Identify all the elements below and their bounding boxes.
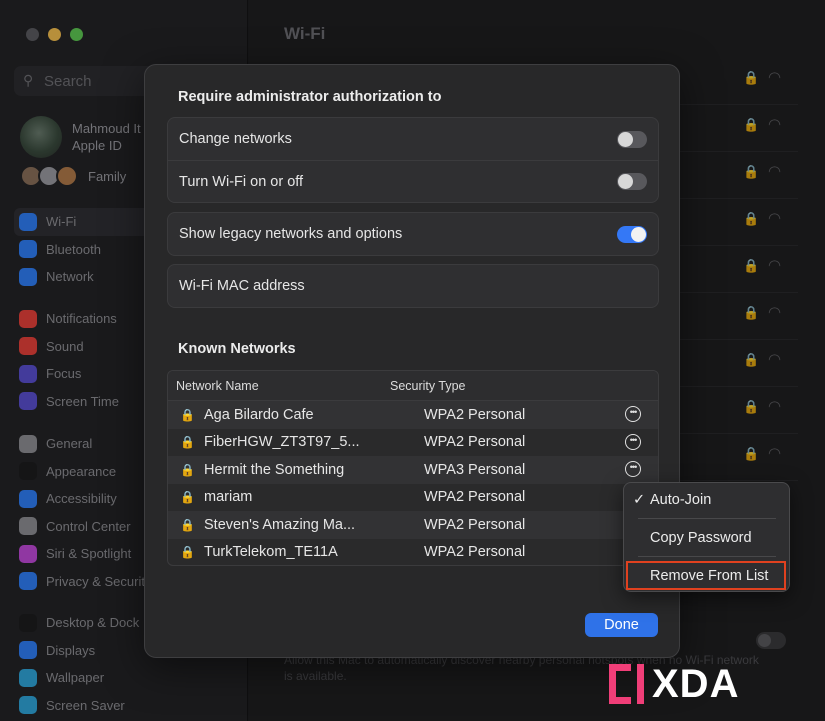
table-header: Network Name Security Type bbox=[168, 371, 658, 401]
security-type: WPA3 Personal bbox=[424, 461, 526, 478]
security-type: WPA2 Personal bbox=[424, 489, 526, 506]
network-name: Hermit the Something bbox=[204, 461, 345, 478]
change-networks-row: Change networks bbox=[168, 118, 658, 160]
legacy-networks-toggle[interactable] bbox=[617, 225, 647, 243]
change-networks-toggle[interactable] bbox=[617, 130, 647, 148]
network-name: Steven's Amazing Ma... bbox=[204, 516, 356, 533]
network-name: TurkTelekom_TE11A bbox=[204, 544, 338, 561]
option-label: Turn Wi-Fi on or off bbox=[179, 173, 304, 190]
more-options-icon[interactable]: ••• bbox=[625, 461, 641, 477]
legacy-networks-row: Show legacy networks and options bbox=[168, 213, 658, 255]
lock-icon: 🔒 bbox=[180, 545, 195, 560]
wifi-power-row: Turn Wi-Fi on or off bbox=[168, 160, 658, 202]
xda-logo: XDA bbox=[604, 658, 804, 714]
menu-separator bbox=[638, 556, 776, 557]
table-row[interactable]: 🔒 Hermit the Something WPA3 Personal ••• bbox=[168, 456, 658, 484]
legacy-group: Show legacy networks and options bbox=[167, 212, 659, 256]
table-row[interactable]: 🔒 FiberHGW_ZT3T97_5... WPA2 Personal ••• bbox=[168, 429, 658, 457]
known-networks-table: Network Name Security Type 🔒 Aga Bilardo … bbox=[167, 370, 659, 566]
option-label: Show legacy networks and options bbox=[179, 226, 403, 242]
network-context-menu: ✓ Auto-Join Copy Password Remove From Li… bbox=[623, 482, 790, 592]
auth-section-title: Require administrator authorization to bbox=[178, 89, 442, 105]
menu-item-copy-password[interactable]: Copy Password bbox=[624, 524, 789, 552]
network-name: FiberHGW_ZT3T97_5... bbox=[204, 434, 360, 451]
table-row[interactable]: 🔒 Steven's Amazing Ma... WPA2 Personal bbox=[168, 511, 658, 539]
lock-icon: 🔒 bbox=[180, 435, 195, 450]
security-type: WPA2 Personal bbox=[424, 544, 526, 561]
logo-text: XDA bbox=[652, 662, 740, 706]
mac-address-label: Wi-Fi MAC address bbox=[179, 278, 305, 294]
lock-icon: 🔒 bbox=[180, 407, 195, 422]
more-options-icon[interactable]: ••• bbox=[625, 433, 641, 450]
lock-icon: 🔒 bbox=[180, 462, 195, 477]
system-settings-window: ⚲ Search Mahmoud It Apple ID Family Wi-F… bbox=[0, 0, 825, 721]
table-row[interactable]: 🔒 TurkTelekom_TE11A WPA2 Personal bbox=[168, 539, 658, 566]
lock-icon: 🔒 bbox=[180, 517, 195, 532]
column-header-security[interactable]: Security Type bbox=[390, 379, 466, 393]
mac-address-row[interactable]: Wi-Fi MAC address bbox=[168, 265, 658, 307]
logo-bracket-icon bbox=[609, 664, 631, 704]
menu-separator bbox=[638, 518, 776, 519]
security-type: WPA2 Personal bbox=[424, 406, 526, 423]
option-label: Change networks bbox=[179, 131, 292, 147]
mac-address-group: Wi-Fi MAC address bbox=[167, 264, 659, 308]
table-row[interactable]: 🔒 mariam WPA2 Personal bbox=[168, 484, 658, 512]
logo-bar-icon bbox=[637, 664, 644, 704]
known-networks-title: Known Networks bbox=[178, 341, 296, 357]
table-row[interactable]: 🔒 Aga Bilardo Cafe WPA2 Personal ••• bbox=[168, 401, 658, 429]
menu-item-label: Copy Password bbox=[650, 530, 752, 546]
lock-icon: 🔒 bbox=[180, 490, 195, 505]
checkmark-icon: ✓ bbox=[633, 492, 646, 508]
more-options-icon[interactable]: ••• bbox=[625, 406, 641, 422]
network-name: Aga Bilardo Cafe bbox=[204, 406, 314, 423]
advanced-settings-sheet: Require administrator authorization to C… bbox=[144, 64, 680, 658]
auth-options-group: Change networks Turn Wi-Fi on or off bbox=[167, 117, 659, 203]
security-type: WPA2 Personal bbox=[424, 434, 526, 451]
done-button[interactable]: Done bbox=[585, 613, 658, 637]
column-header-name[interactable]: Network Name bbox=[168, 379, 390, 393]
wifi-power-toggle[interactable] bbox=[617, 173, 647, 190]
menu-item-auto-join[interactable]: ✓ Auto-Join bbox=[624, 486, 789, 514]
menu-item-label: Auto-Join bbox=[650, 492, 712, 508]
highlight-box bbox=[626, 561, 786, 590]
network-name: mariam bbox=[204, 489, 253, 506]
security-type: WPA2 Personal bbox=[424, 516, 526, 533]
